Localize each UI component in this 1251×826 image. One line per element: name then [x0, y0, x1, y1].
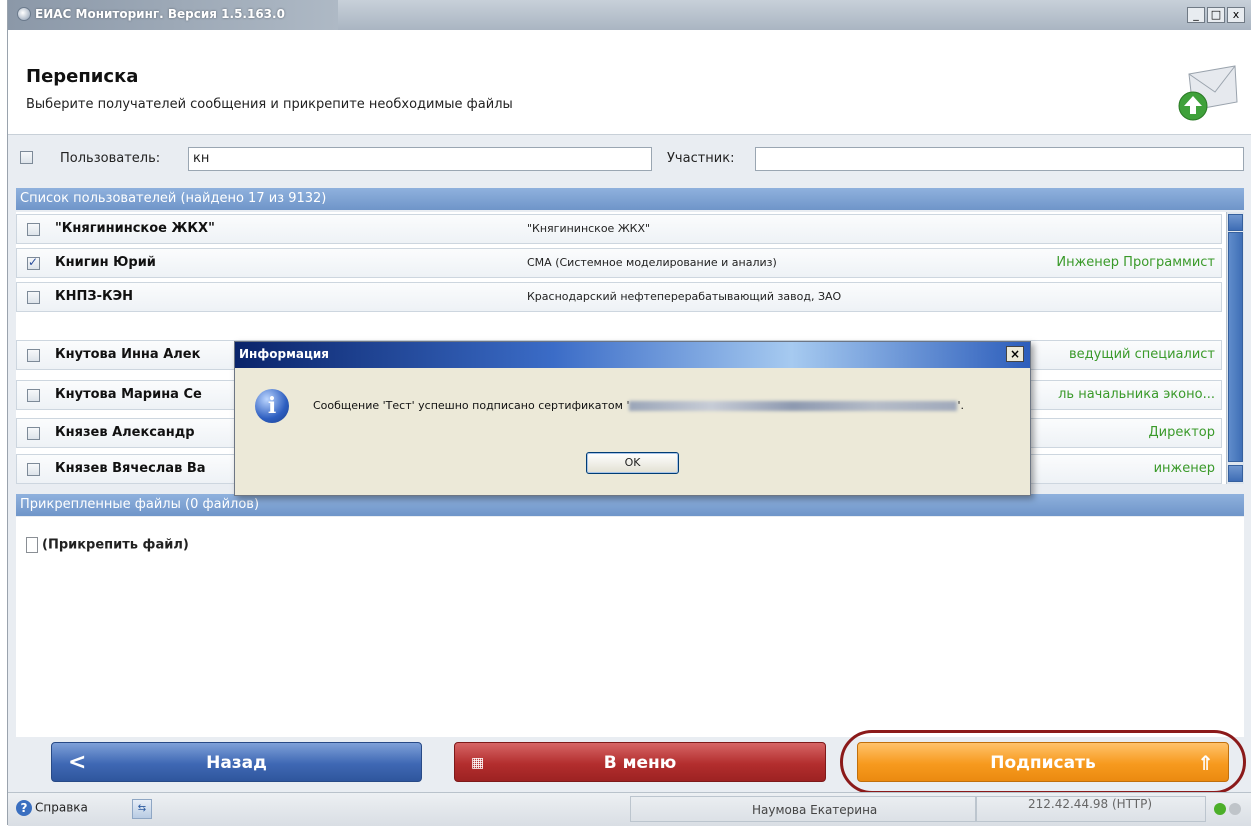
close-button[interactable]: x — [1227, 7, 1245, 23]
help-icon: ? — [16, 800, 32, 816]
scroll-down-arrow-icon[interactable] — [1228, 465, 1243, 482]
dialog-close-button[interactable]: × — [1006, 346, 1024, 362]
user-name: Книгин Юрий — [55, 255, 156, 270]
page-title: Переписка — [26, 66, 139, 87]
status-led-online — [1214, 803, 1226, 815]
status-led-offline — [1229, 803, 1241, 815]
attach-file-link[interactable]: (Прикрепить файл) — [26, 537, 189, 553]
user-position: ведущий специалист — [1068, 347, 1215, 362]
user-name: Кнутова Марина Се — [55, 387, 202, 402]
redacted-certificate — [629, 401, 958, 411]
user-filter-label: Пользователь: — [60, 151, 161, 166]
info-dialog: Информация × i Сообщение 'Тест' успешно … — [234, 341, 1031, 496]
user-position: Инженер Программист — [1056, 255, 1215, 270]
highlight-annotation — [840, 730, 1246, 794]
chevron-left-icon: < — [68, 750, 87, 775]
select-all-checkbox[interactable] — [20, 151, 33, 164]
dialog-message: Сообщение 'Тест' успешно подписано серти… — [313, 399, 965, 412]
user-position: ль начальника эконо... — [1058, 387, 1215, 402]
maximize-button[interactable]: □ — [1207, 7, 1225, 23]
scroll-thumb[interactable] — [1228, 232, 1243, 462]
info-icon: i — [255, 389, 289, 423]
user-name: Князев Вячеслав Ва — [55, 461, 206, 476]
row-checkbox[interactable] — [27, 389, 40, 402]
files-section-header: Прикрепленные файлы (0 файлов) — [16, 494, 1244, 516]
participant-filter-input[interactable] — [755, 147, 1244, 171]
user-position: инженер — [1153, 461, 1215, 476]
user-name: КНПЗ-КЭН — [55, 289, 134, 304]
minimize-button[interactable]: _ — [1187, 7, 1205, 23]
user-row[interactable]: Книгин Юрий СМА (Системное моделирование… — [16, 248, 1222, 278]
attach-file-label: (Прикрепить файл) — [42, 537, 189, 553]
help-button[interactable]: ? Справка — [16, 800, 88, 816]
menu-button[interactable]: ▦ В меню — [454, 742, 826, 782]
user-name: Кнутова Инна Алек — [55, 347, 201, 362]
user-row[interactable]: КНПЗ-КЭН Краснодарский нефтеперерабатыва… — [16, 282, 1222, 312]
mail-upload-icon — [1178, 65, 1238, 121]
row-checkbox[interactable] — [27, 349, 40, 362]
user-filter-input[interactable]: кн — [188, 147, 652, 171]
server-address: 212.42.44.98 (HTTP) — [1028, 797, 1153, 811]
current-user: Наумова Екатерина — [752, 803, 878, 817]
row-checkbox[interactable] — [27, 223, 40, 236]
row-checkbox[interactable] — [27, 463, 40, 476]
row-checkbox[interactable] — [27, 255, 40, 270]
user-position: Директор — [1148, 425, 1216, 440]
scroll-up-arrow-icon[interactable] — [1228, 214, 1243, 231]
title-bar: ЕИАС Мониторинг. Версия 1.5.163.0 _ □ x — [8, 0, 1251, 31]
row-checkbox[interactable] — [27, 427, 40, 440]
row-checkbox[interactable] — [27, 291, 40, 304]
grid-icon: ▦ — [471, 755, 485, 771]
users-section-header: Список пользователей (найдено 17 из 9132… — [16, 188, 1244, 210]
app-icon — [17, 7, 31, 21]
user-name: "Княгининское ЖКХ" — [55, 221, 215, 236]
file-icon — [26, 537, 38, 553]
connection-icon[interactable]: ⇆ — [132, 799, 152, 819]
back-button[interactable]: < Назад — [51, 742, 422, 782]
user-org: Краснодарский нефтеперерабатывающий заво… — [527, 290, 842, 303]
ok-button[interactable]: OK — [586, 452, 679, 474]
window-title: ЕИАС Мониторинг. Версия 1.5.163.0 — [35, 7, 285, 21]
participant-filter-label: Участник: — [667, 151, 735, 166]
dialog-title: Информация — [239, 347, 329, 361]
page-subtitle: Выберите получателей сообщения и прикреп… — [26, 97, 513, 112]
filter-row: Пользователь: кн Участник: — [8, 143, 1251, 176]
attached-files-area: (Прикрепить файл) — [16, 517, 1244, 737]
dialog-title-bar: Информация × — [235, 342, 1030, 368]
user-org: "Княгининское ЖКХ" — [527, 222, 651, 235]
user-row[interactable]: "Княгининское ЖКХ" "Княгининское ЖКХ" — [16, 214, 1222, 244]
status-bar: ? Справка ⇆ Наумова Екатерина 212.42.44.9… — [8, 792, 1251, 826]
page-header: Переписка Выберите получателей сообщения… — [8, 30, 1251, 135]
user-name: Князев Александр — [55, 425, 195, 440]
user-list-scrollbar[interactable] — [1226, 212, 1244, 484]
user-org: СМА (Системное моделирование и анализ) — [527, 256, 777, 269]
